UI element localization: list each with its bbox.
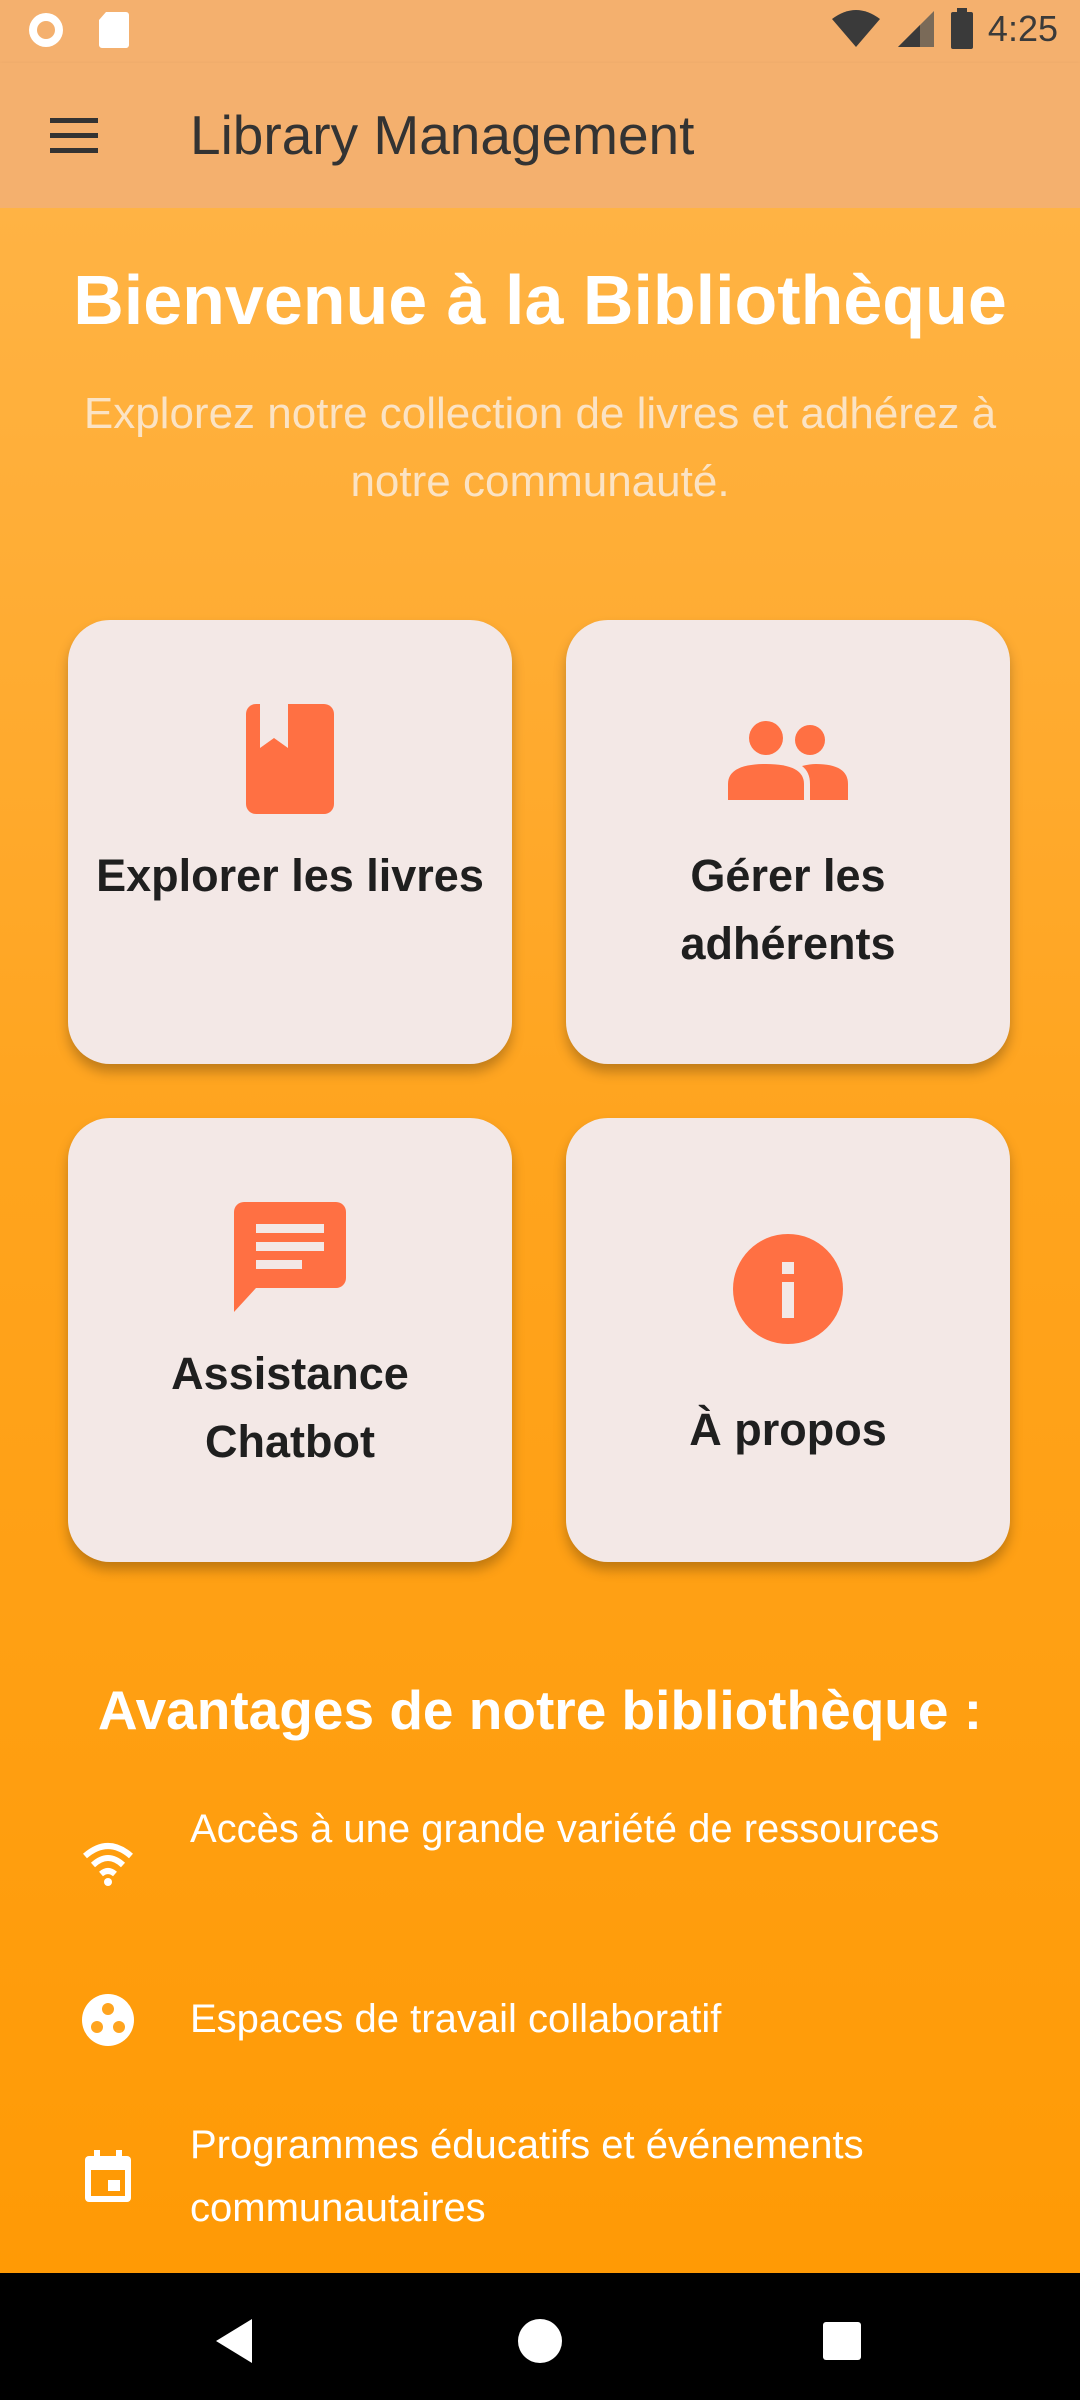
system-nav-bar: [0, 2273, 1080, 2400]
benefit-text: Espaces de travail collaboratif: [190, 1997, 722, 2041]
card-manage-members[interactable]: Gérer les adhérents: [566, 620, 1010, 1064]
card-chatbot-support[interactable]: Assistance Chatbot: [68, 1118, 512, 1562]
benefit-text: Accès à une grande variété de ressources: [190, 1807, 940, 1851]
app-bar: Library Management: [0, 63, 1080, 208]
menu-icon: [50, 118, 98, 153]
record-icon: [29, 13, 63, 47]
app-title: Library Management: [190, 104, 695, 166]
calendar-icon: [85, 2150, 131, 2202]
card-about[interactable]: À propos: [566, 1118, 1010, 1562]
main-content: Bienvenue à la Bibliothèque Explorez not…: [0, 208, 1080, 2273]
card-explore-books[interactable]: Explorer les livres: [68, 620, 512, 1064]
recents-button[interactable]: [812, 2311, 872, 2371]
info-icon: [733, 1234, 843, 1344]
recents-icon: [823, 2322, 861, 2360]
benefit-text: Programmes éducatifs et événements commu…: [190, 2123, 864, 2230]
status-clock: 4:25: [987, 8, 1058, 49]
benefits-title: Avantages de notre bibliothèque :: [97, 1679, 983, 1741]
welcome-title: Bienvenue à la Bibliothèque: [73, 261, 1007, 339]
wifi-icon: [83, 1843, 133, 1886]
battery-icon: [950, 8, 973, 49]
sd-card-icon: [99, 12, 129, 48]
home-button[interactable]: [510, 2311, 570, 2371]
card-label: Explorer les livres: [96, 850, 484, 901]
chat-icon: [234, 1202, 346, 1312]
book-icon: [246, 704, 334, 814]
wifi-icon: [831, 10, 880, 47]
workspaces-icon: [82, 1994, 134, 2046]
back-button[interactable]: [206, 2311, 266, 2371]
status-right: 4:25: [830, 8, 1058, 50]
status-left: [26, 10, 130, 50]
signal-icon: [897, 11, 934, 47]
menu-button[interactable]: [38, 105, 108, 165]
back-icon: [216, 2319, 252, 2363]
home-icon: [518, 2319, 562, 2363]
card-label: À propos: [689, 1404, 887, 1455]
card-label: Gérer les adhérents: [680, 850, 896, 969]
status-bar: 4:25: [0, 0, 1080, 63]
people-icon: [728, 721, 848, 800]
welcome-subtitle: Explorez notre collection de livres et a…: [83, 389, 997, 506]
card-label: Assistance Chatbot: [171, 1348, 409, 1467]
